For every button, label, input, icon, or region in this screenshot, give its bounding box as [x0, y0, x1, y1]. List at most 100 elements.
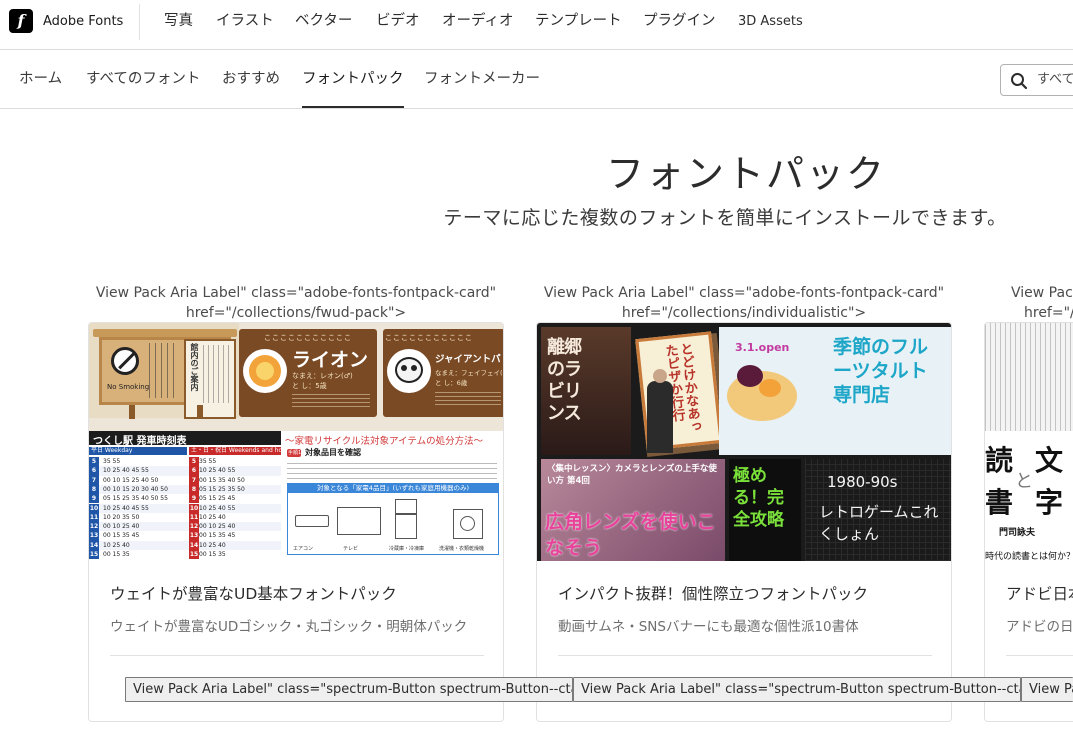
panda-name: なまえ：フェイフェイ(♀) [435, 369, 504, 377]
timetable-holiday-times: 00 15 35 40 50 [199, 476, 245, 484]
topnav-item-video[interactable]: ビデオ [376, 11, 420, 31]
fruit-title: 季節のフルーツタルト専門店 [833, 336, 929, 406]
timetable-holiday-hour: 7 [189, 475, 199, 485]
timetable-row: 6 10 25 40 45 55 6 10 25 40 55 [89, 466, 281, 476]
card-divider [110, 655, 484, 656]
fontpack-card-fwud[interactable]: No Smoking 館内のご案内 こここここここここここ ライオン なまえ：レ… [88, 322, 504, 722]
panda-icon [395, 357, 423, 383]
topnav-item-audio[interactable]: オーディオ [442, 11, 514, 31]
card-divider [1006, 655, 1073, 656]
guide-text-lines [203, 345, 231, 403]
active-tab-indicator [302, 106, 404, 108]
book-char-and: と [1015, 471, 1033, 492]
timetable-holiday-hour: 12 [189, 522, 199, 532]
timetable-row: 11 10 20 35 50 11 10 25 40 [89, 512, 281, 523]
timetable-weekday-times: 35 55 [103, 458, 121, 465]
timetable-holiday-times: 10 25 40 55 [199, 504, 236, 512]
book-char-write: 書 [985, 486, 1014, 519]
subnav-item-all-fonts[interactable]: すべてのフォント [86, 69, 200, 89]
retro-title: レトロゲームこれくしょん [819, 503, 939, 543]
fontpack-card-individualistic[interactable]: 離郷のラビリンス とどけかなあったピザか行行 3.1.open 季節のフルーツタ… [536, 322, 952, 722]
timetable-hour: 10 [89, 503, 99, 513]
adobe-fonts-logo-icon[interactable]: f [9, 9, 33, 33]
fontpack-thumbnail: 離郷のラビリンス とどけかなあったピザか行行 3.1.open 季節のフルーツタ… [537, 323, 951, 561]
timetable-row: 13 00 15 35 45 13 00 15 35 45 [89, 531, 281, 541]
view-pack-button[interactable]: View Pack Aria Label" class="spectrum-Bu… [125, 677, 573, 702]
topnav-item-templates[interactable]: テンプレート [535, 11, 622, 31]
appliance-banner: 対象となる「家電4品目」(いずれも家庭用機器のみ) [317, 484, 470, 492]
topnav-item-illustrations[interactable]: イラスト [216, 11, 274, 31]
timetable-holiday-hour: 15 [189, 550, 199, 560]
topnav-item-plugins[interactable]: プラグイン [643, 11, 716, 31]
fridge-divider [395, 513, 417, 515]
retro-year: 1980-90s [827, 473, 898, 491]
timetable-weekday-times: 00 10 15 20 30 40 50 [103, 485, 168, 493]
timetable-holiday-times: 00 15 35 [199, 551, 226, 558]
view-pack-button[interactable]: View Pack Aria Label" class="spectrum-Bu… [573, 677, 1021, 702]
card-title[interactable]: ウェイトが豊富なUD基本フォントパック [110, 583, 397, 605]
sign-leg-left [129, 405, 135, 419]
lens-tag: 〈集中レッスン〉カメラとレンズの上手な使い方 第4回 [547, 464, 717, 486]
header-divider [139, 4, 140, 40]
panda-text-lines [435, 389, 501, 405]
sign-leg-right [197, 405, 203, 419]
man-silhouette [647, 381, 673, 453]
panda-eye-right [411, 365, 417, 371]
timetable-holiday-hour: 13 [189, 531, 199, 541]
card-aria-label-line2: href="/collections/fwud-pack"> [185, 305, 407, 321]
complete-title: 極める！完全攻略 [733, 466, 784, 530]
subnav-item-recommended[interactable]: おすすめ [222, 69, 280, 89]
timetable-hour: 8 [89, 484, 99, 495]
timetable-hour: 7 [89, 475, 99, 485]
card-title[interactable]: アドビ日本 [1006, 583, 1073, 605]
timetable-hour: 5 [89, 457, 99, 467]
timetable-hour: 14 [89, 540, 99, 550]
appliance-fridge: 冷蔵庫・冷凍庫 [389, 546, 425, 552]
subnav-item-home[interactable]: ホーム [19, 69, 62, 89]
timetable-row: 8 00 10 15 20 30 40 50 8 05 15 25 35 50 [89, 484, 281, 495]
book-text-lines [985, 323, 1073, 433]
topnav-item-photos[interactable]: 写真 [164, 11, 193, 31]
fruit-date: 3.1.open [735, 341, 790, 354]
card-aria-label-line1: View Pack Aria Label" class="adobe-fonts… [543, 285, 945, 301]
no-smoking-text: No Smoking [107, 383, 150, 391]
subnav-item-foundries[interactable]: フォントメーカー [424, 69, 540, 89]
timetable-hour: 9 [89, 494, 99, 504]
tv-icon [337, 507, 381, 535]
book-footer: 時代の読書とは何か？ [985, 552, 1073, 561]
timetable-holiday-hour: 10 [189, 503, 199, 513]
view-pack-button[interactable]: View Pa [1021, 677, 1073, 702]
timetable-row: 12 00 10 25 40 12 00 10 25 40 [89, 522, 281, 532]
brand-name[interactable]: Adobe Fonts [43, 13, 123, 31]
timetable-hour: 12 [89, 522, 99, 532]
card-description: ウェイトが豊富なUDゴシック・丸ゴシック・明朝体パック [110, 619, 468, 635]
timetable-holiday-hour: 11 [189, 512, 199, 523]
lion-age: と し：5歳 [292, 382, 327, 390]
search-placeholder: すべて [1037, 72, 1073, 87]
search-icon [1011, 73, 1028, 90]
man-head [653, 369, 667, 383]
topnav-item-vectors[interactable]: ベクター [295, 11, 352, 31]
timetable-holiday-hour: 6 [189, 466, 199, 476]
card-title[interactable]: インパクト抜群！個性際立つフォントパック [558, 583, 868, 605]
timetable-holiday-times: 10 25 40 55 [199, 467, 236, 475]
fontpack-card-adobe-japan[interactable]: 読 書 と 文 字 門司詠夫 時代の読書とは何か？ アドビ日本 アドビの日 [984, 322, 1073, 722]
timetable-holiday-times: 00 10 25 40 [199, 523, 236, 531]
card-divider [558, 655, 932, 656]
card-aria-label-line2: href="/c [1024, 305, 1073, 321]
lion-face [256, 362, 274, 380]
timetable-row: 7 00 10 15 25 40 50 7 00 15 35 40 50 [89, 475, 281, 485]
panda-title: ジャイアントパ [435, 354, 501, 365]
topnav-item-3d-assets[interactable]: 3D Assets [738, 12, 803, 32]
global-header: f Adobe Fonts 写真 イラスト ベクター ビデオ オーディオ テンプ… [0, 0, 1073, 50]
timetable-weekday-times: 00 15 35 45 [103, 532, 140, 540]
appliance-aircon: エアコン [293, 546, 314, 552]
subnav-item-font-packs[interactable]: フォントパック [302, 69, 404, 89]
search-field[interactable]: すべて [1000, 64, 1073, 96]
timetable-title: つくし駅 発車時刻表 [93, 436, 187, 447]
card-description: 動画サムネ・SNSバナーにも最適な個性派10書体 [558, 619, 859, 635]
timetable-weekday-times: 00 10 15 25 40 50 [103, 476, 159, 484]
recycle-title: ～家電リサイクル法対象アイテムの処分方法～ [285, 436, 484, 447]
timetable-hour: 11 [89, 512, 99, 523]
timetable-holiday-times: 35 55 [199, 458, 217, 465]
